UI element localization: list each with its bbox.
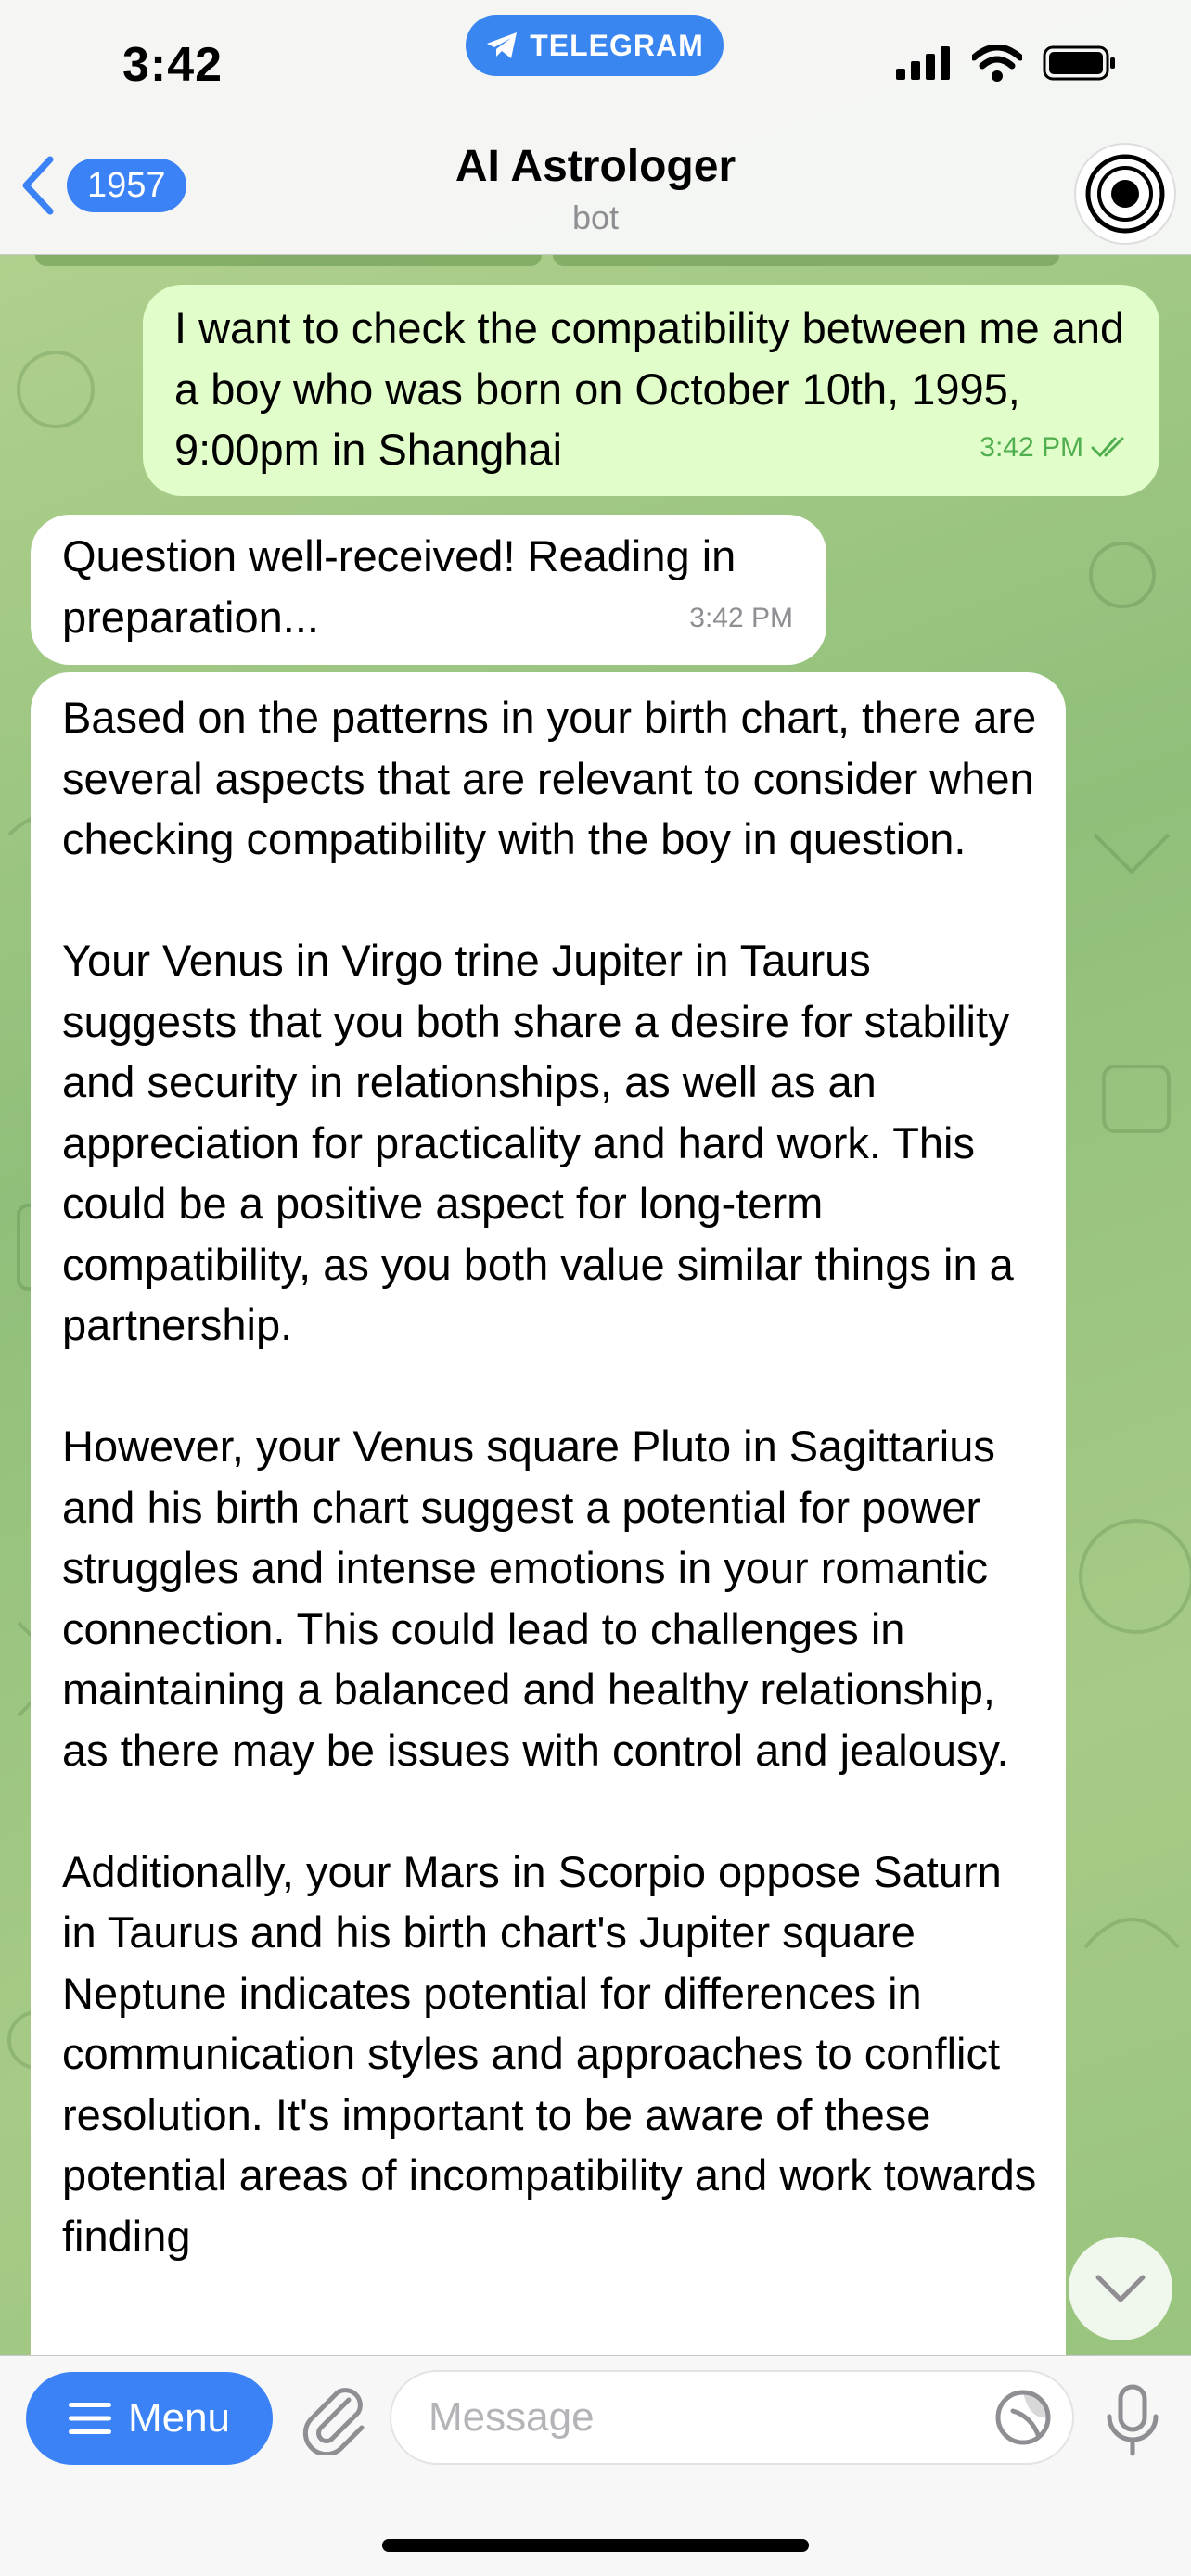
chat-title[interactable]: AI Astrologer xyxy=(0,141,1191,192)
hamburger-icon xyxy=(68,2403,111,2434)
signal-icon xyxy=(896,46,950,80)
voice-record-button[interactable] xyxy=(1102,2383,1163,2462)
telegram-return-pill[interactable]: TELEGRAM xyxy=(466,15,724,76)
outgoing-message[interactable]: I want to check the compatibility betwee… xyxy=(143,285,1159,496)
microphone-icon xyxy=(1107,2384,1159,2456)
chat-subtitle: bot xyxy=(571,198,620,236)
sticker-button[interactable] xyxy=(994,2389,1052,2451)
reading-paragraph: Additionally, your Mars in Scorpio oppos… xyxy=(62,1846,1037,2261)
message-time: 3:42 PM xyxy=(689,602,793,633)
reading-paragraph: Your Venus in Virgo trine Jupiter in Tau… xyxy=(62,936,1014,1349)
wifi-icon xyxy=(972,45,1022,82)
telegram-label: TELEGRAM xyxy=(530,28,704,62)
paper-plane-icon xyxy=(487,32,518,58)
message-input[interactable] xyxy=(390,2370,1074,2465)
bot-avatar[interactable] xyxy=(1074,143,1176,245)
chat-header: 3:42 TELEGRAM 1957 AI Astrologer bot xyxy=(0,0,1191,255)
home-indicator[interactable] xyxy=(382,2539,809,2552)
reading-paragraph: However, your Venus square Pluto in Sagi… xyxy=(62,1422,1009,1775)
paperclip-icon xyxy=(302,2388,365,2457)
battery-icon xyxy=(1043,45,1115,81)
reading-paragraph: Based on the patterns in your birth char… xyxy=(62,693,1037,863)
scroll-to-bottom-button[interactable] xyxy=(1069,2237,1172,2340)
incoming-message-reading[interactable]: Based on the patterns in your birth char… xyxy=(31,672,1066,2369)
incoming-message[interactable]: Question well-received! Reading in prepa… xyxy=(31,515,826,665)
chevron-down-icon xyxy=(1095,2275,1146,2302)
sticker-icon xyxy=(995,2390,1051,2445)
menu-label: Menu xyxy=(127,2395,231,2441)
attach-button[interactable] xyxy=(297,2381,371,2460)
incoming-message-text: Question well-received! Reading in prepa… xyxy=(62,531,736,642)
avatar-orbit-icon xyxy=(1085,154,1165,234)
inline-keyboard-button-partial[interactable] xyxy=(35,255,542,266)
message-meta: 3:42 PM xyxy=(980,417,1132,478)
status-time: 3:42 xyxy=(122,38,224,92)
status-icons xyxy=(896,45,1117,82)
message-time: 3:42 PM xyxy=(980,431,1083,463)
input-bar-divider xyxy=(0,2355,1191,2356)
bot-menu-button[interactable]: Menu xyxy=(26,2372,273,2465)
inline-keyboard-button-partial[interactable] xyxy=(553,255,1059,266)
double-check-icon xyxy=(1091,437,1124,458)
